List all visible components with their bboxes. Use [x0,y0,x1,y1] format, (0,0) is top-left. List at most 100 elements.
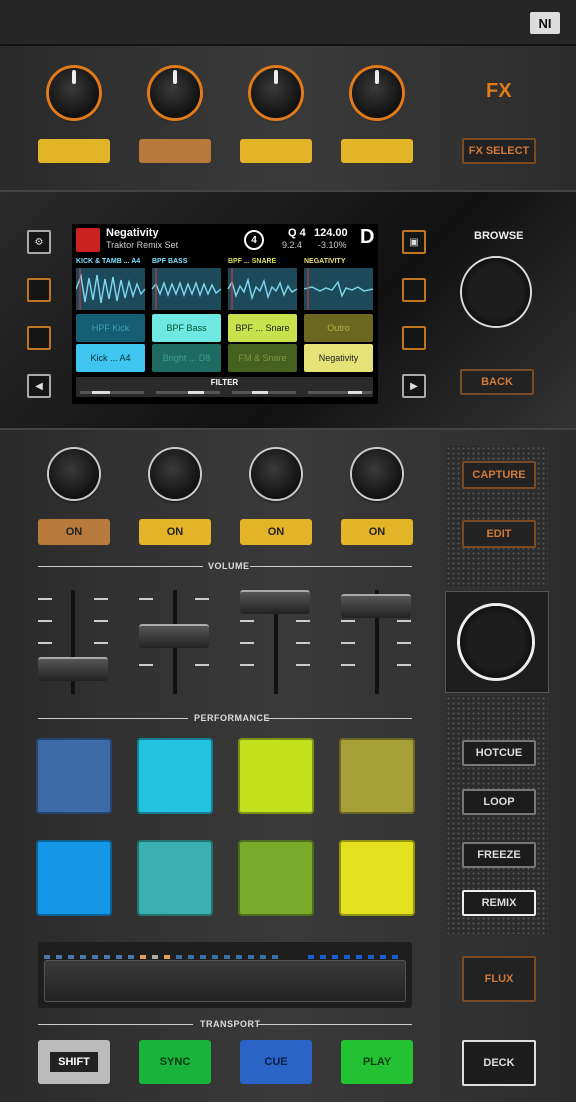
slot-on-button-2[interactable]: ON [139,519,211,545]
quantize-value: 9.2.4 [282,240,303,250]
screen-button-right-3[interactable] [402,326,426,350]
fx-knob-3[interactable] [251,68,301,118]
fx-select-button[interactable]: FX SELECT [462,138,536,164]
shift-button[interactable]: SHIFT [38,1040,110,1084]
performance-divider-left [38,718,188,719]
bpm-value: 124.00 [314,227,348,239]
cell-1-1[interactable]: HPF Kick [76,314,145,342]
slot-knob-2[interactable] [150,449,200,499]
touch-strip-surface[interactable] [44,960,406,1002]
cell-2-2[interactable]: Bright ... D8 [152,344,221,372]
pad-4[interactable] [339,738,415,814]
fx-knob-2[interactable] [150,68,200,118]
transport-divider-left [38,1024,193,1025]
fx-label: FX [486,80,512,102]
pad-6[interactable] [137,840,213,916]
slot-knob-3[interactable] [251,449,301,499]
cell-2-3[interactable]: FM & Snare [228,344,297,372]
play-button[interactable]: PLAY [341,1040,413,1084]
filter-label: FILTER [210,378,239,387]
fx-button-4[interactable] [341,139,413,163]
slot-on-button-1[interactable]: ON [38,519,110,545]
freeze-button[interactable]: FREEZE [462,842,536,868]
performance-label: PERFORMANCE [194,713,271,723]
cell-1-4[interactable]: Outro [304,314,373,342]
hotcue-button[interactable]: HOTCUE [462,740,536,766]
cell-1-2[interactable]: BPF Bass [152,314,221,342]
top-bar: NI [0,0,576,46]
capture-button[interactable]: CAPTURE [462,461,536,489]
cue-button[interactable]: CUE [240,1040,312,1084]
fader-4-cap[interactable] [341,594,411,619]
filter-meter-1 [80,391,144,394]
deck-button[interactable]: DECK [462,1040,536,1086]
cell-2-4[interactable]: Negativity [304,344,373,372]
edit-button[interactable]: EDIT [462,520,536,548]
loop-button[interactable]: LOOP [462,789,536,815]
fader-1-cap[interactable] [38,657,108,682]
settings-button[interactable]: ⚙ [27,230,51,254]
fader-3-cap[interactable] [240,590,310,615]
filter-meter-2 [156,391,220,394]
performance-divider-right [266,718,412,719]
slot-on-button-4[interactable]: ON [341,519,413,545]
touch-strip-leds [44,948,406,959]
back-button[interactable]: BACK [460,369,534,395]
deck-number: 4 [244,230,264,250]
remix-deck-controller: NI FX FX SELECT ⚙ ◀ ▣ ▶ Negativity Trakt… [0,0,576,1102]
volume-label: VOLUME [208,561,250,571]
pad-8[interactable] [339,840,415,916]
pad-5[interactable] [36,840,112,916]
prev-page-button[interactable]: ◀ [27,374,51,398]
screen-button-right-2[interactable] [402,278,426,302]
slot-header-2: BPF BASS [152,258,188,265]
pad-7[interactable] [238,840,314,916]
arrow-left-icon: ◀ [35,380,43,392]
arrow-right-icon: ▶ [410,380,418,392]
fx-knob-1[interactable] [49,68,99,118]
cell-2-1[interactable]: Kick ... A4 [76,344,145,372]
volume-divider-left [38,566,203,567]
deck-letter: D [360,226,375,248]
track-title: Negativity [106,227,159,239]
fader-2-cap[interactable] [139,623,209,648]
slot-header-3: BPF ... SNARE [228,258,277,265]
slot-header-4: NEGATIVITY [304,258,346,265]
waveforms-drawing [76,268,373,310]
slot-knob-4[interactable] [352,449,402,499]
remix-button[interactable]: REMIX [462,890,536,916]
slot-encoder[interactable] [460,606,532,678]
screen-button-left-3[interactable] [27,326,51,350]
filter-meter-4 [308,391,372,394]
touch-strip[interactable] [38,942,412,1008]
screen-button-left-2[interactable] [27,278,51,302]
gear-icon: ⚙ [34,236,44,248]
pad-3[interactable] [238,738,314,814]
flux-button[interactable]: FLUX [462,956,536,1002]
pad-1[interactable] [36,738,112,814]
ni-logo: NI [530,12,560,34]
slot-knob-1[interactable] [49,449,99,499]
cell-1-3[interactable]: BPF ... Snare [228,314,297,342]
browse-label: BROWSE [474,230,524,242]
display-screen: Negativity Traktor Remix Set 4 Q 4 9.2.4… [72,224,378,404]
screen-button-right-1[interactable]: ▣ [402,230,426,254]
slot-on-button-3[interactable]: ON [240,519,312,545]
transport-label: TRANSPORT [200,1019,261,1029]
next-page-button[interactable]: ▶ [402,374,426,398]
tempo-offset: -3.10% [318,240,347,250]
transport-divider-right [258,1024,412,1025]
sync-button[interactable]: SYNC [139,1040,211,1084]
fx-knob-4[interactable] [352,68,402,118]
fx-button-1[interactable] [38,139,110,163]
quantize-label: Q 4 [288,227,306,239]
shift-label: SHIFT [50,1052,98,1072]
fx-button-3[interactable] [240,139,312,163]
pad-2[interactable] [137,738,213,814]
cover-art [76,228,100,252]
volume-divider-right [250,566,412,567]
track-subtitle: Traktor Remix Set [106,240,179,250]
fx-button-2[interactable] [139,139,211,163]
browse-encoder[interactable] [462,258,530,326]
layers-icon: ▣ [409,236,419,248]
